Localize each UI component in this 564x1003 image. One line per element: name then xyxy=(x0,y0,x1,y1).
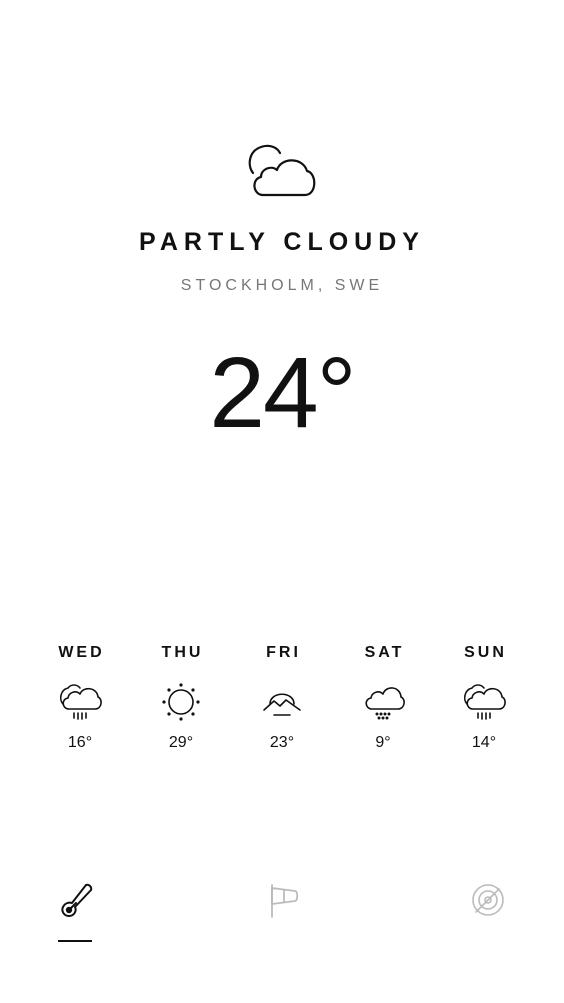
forecast-list: WED 16° THU 29° FRI 23° SAT 9° SUN 14° xyxy=(30,642,534,752)
tab-wind[interactable] xyxy=(257,880,307,944)
partly-cloudy-icon xyxy=(248,144,316,197)
cloud-snow-icon xyxy=(365,687,405,720)
forecast-day: FRI 23° xyxy=(232,642,332,752)
tab-temperature[interactable] xyxy=(50,880,100,944)
forecast-day: WED 16° xyxy=(30,642,130,752)
current-temperature: 24° xyxy=(209,337,356,449)
forecast-day-temp: 16° xyxy=(67,734,93,751)
forecast-day-name: FRI xyxy=(266,644,301,661)
thermometer-icon xyxy=(61,883,93,917)
forecast-day-temp: 14° xyxy=(471,734,497,751)
forecast-day-name: WED xyxy=(58,644,105,661)
forecast-day-temp: 23° xyxy=(269,734,295,751)
radar-icon xyxy=(472,884,504,916)
forecast-day: SUN 14° xyxy=(434,642,534,752)
forecast-day: THU 29° xyxy=(131,642,231,752)
sun-icon xyxy=(162,683,200,721)
location-label: STOCKHOLM, SWE xyxy=(180,277,384,294)
forecast-day-name: SAT xyxy=(364,644,405,661)
forecast-day-temp: 29° xyxy=(168,734,194,751)
forecast-day: SAT 9° xyxy=(333,642,433,752)
tab-radar[interactable] xyxy=(463,880,513,944)
forecast-day-name: THU xyxy=(161,644,204,661)
cloud-rain-icon xyxy=(463,684,506,720)
sunset-icon xyxy=(263,693,301,716)
weather-condition: PARTLY CLOUDY xyxy=(139,228,425,256)
forecast-day-name: SUN xyxy=(464,644,507,661)
cloud-rain-icon xyxy=(59,684,102,720)
windsock-icon xyxy=(271,884,299,918)
active-tab-indicator xyxy=(58,940,92,942)
forecast-day-temp: 9° xyxy=(375,734,391,751)
